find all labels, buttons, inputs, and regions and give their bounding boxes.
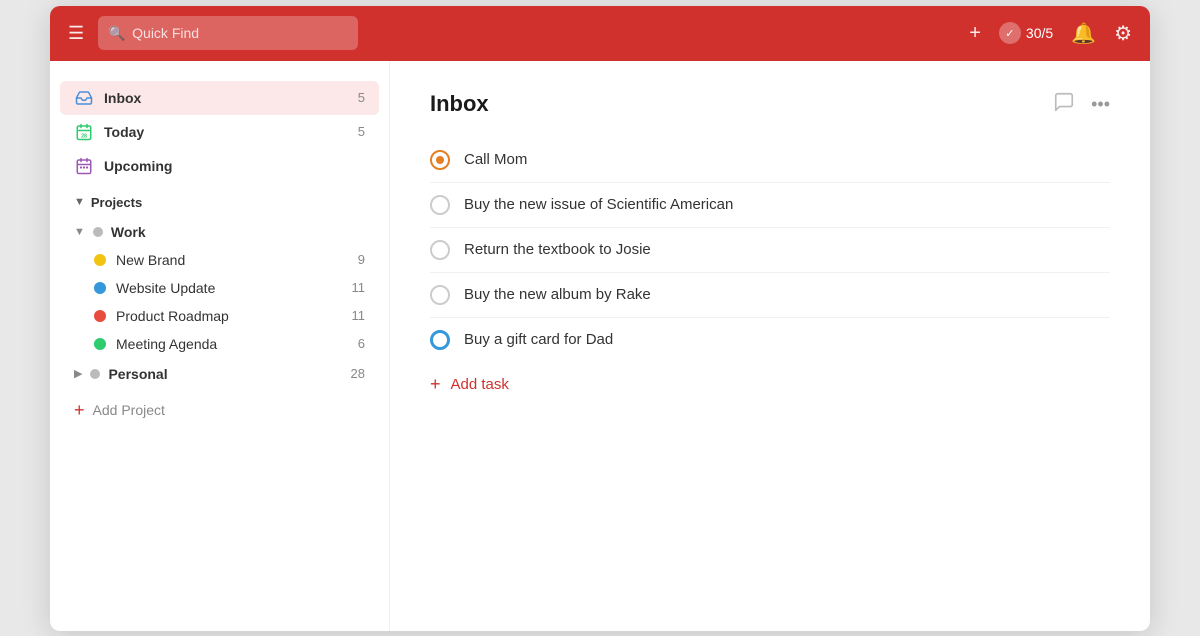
personal-chevron-icon: ▶: [74, 367, 82, 380]
sub-project-product-roadmap[interactable]: Product Roadmap 11: [80, 302, 379, 330]
task-item-call-mom[interactable]: Call Mom: [430, 138, 1110, 183]
add-task-icon: +: [430, 374, 441, 395]
sub-project-website-update[interactable]: Website Update 11: [80, 274, 379, 302]
header: ☰ 🔍 + ✓ 30/5 🔔 ⚙: [50, 6, 1150, 61]
task-item-scientific-american[interactable]: Buy the new issue of Scientific American: [430, 183, 1110, 228]
personal-project-header[interactable]: ▶ Personal 28: [60, 360, 379, 388]
task-circle-call-mom: [430, 150, 450, 170]
nav-item-upcoming[interactable]: Upcoming: [60, 149, 379, 183]
karma-badge[interactable]: ✓ 30/5: [999, 22, 1053, 44]
add-project-label: Add Project: [93, 402, 165, 418]
projects-section-header[interactable]: ▼ Projects: [60, 183, 379, 216]
new-brand-count: 9: [358, 252, 365, 267]
meeting-agenda-dot: [94, 338, 106, 350]
bell-icon[interactable]: 🔔: [1071, 21, 1096, 46]
content-header: Inbox •••: [430, 91, 1110, 118]
menu-icon[interactable]: ☰: [68, 24, 84, 42]
nav-item-today[interactable]: 28 Today 5: [60, 115, 379, 149]
task-item-gift-card[interactable]: Buy a gift card for Dad: [430, 318, 1110, 362]
task-text-gift-card: Buy a gift card for Dad: [464, 331, 1110, 348]
website-update-count: 11: [352, 280, 366, 295]
task-item-textbook[interactable]: Return the textbook to Josie: [430, 228, 1110, 273]
product-roadmap-dot: [94, 310, 106, 322]
task-circle-textbook: [430, 240, 450, 260]
app-window: ☰ 🔍 + ✓ 30/5 🔔 ⚙: [50, 6, 1150, 631]
comment-icon[interactable]: [1053, 91, 1075, 118]
new-brand-dot: [94, 254, 106, 266]
task-text-scientific-american: Buy the new issue of Scientific American: [464, 196, 1110, 213]
header-right: + ✓ 30/5 🔔 ⚙: [969, 21, 1132, 46]
personal-count: 28: [351, 366, 365, 381]
add-task-label: Add task: [451, 376, 509, 393]
content-actions: •••: [1053, 91, 1110, 118]
settings-icon[interactable]: ⚙: [1114, 21, 1132, 46]
product-roadmap-count: 11: [352, 308, 366, 323]
personal-dot: [90, 369, 100, 379]
sub-project-meeting-agenda[interactable]: Meeting Agenda 6: [80, 330, 379, 358]
work-project-group: ▼ Work New Brand 9 Website Update 11: [60, 216, 379, 360]
work-sub-projects: New Brand 9 Website Update 11 Product Ro…: [60, 246, 379, 358]
work-chevron-icon: ▼: [74, 226, 85, 238]
task-text-album-rake: Buy the new album by Rake: [464, 286, 1110, 303]
task-text-call-mom: Call Mom: [464, 151, 1110, 168]
nav-item-inbox[interactable]: Inbox 5: [60, 81, 379, 115]
sub-project-new-brand[interactable]: New Brand 9: [80, 246, 379, 274]
header-left: ☰ 🔍: [68, 16, 955, 50]
page-title: Inbox: [430, 91, 489, 117]
upcoming-label: Upcoming: [104, 158, 172, 174]
add-project-button[interactable]: + Add Project: [60, 392, 379, 429]
task-circle-scientific-american: [430, 195, 450, 215]
work-project-header[interactable]: ▼ Work: [60, 218, 379, 246]
task-circle-album-rake: [430, 285, 450, 305]
main-layout: Inbox 5 28 Today 5: [50, 61, 1150, 631]
product-roadmap-label: Product Roadmap: [116, 308, 229, 324]
inbox-icon: [74, 88, 94, 108]
meeting-agenda-label: Meeting Agenda: [116, 336, 217, 352]
karma-check-icon: ✓: [999, 22, 1021, 44]
content-area: Inbox ••• Call Mom: [390, 61, 1150, 631]
more-options-icon[interactable]: •••: [1091, 94, 1110, 115]
add-project-icon: +: [74, 400, 85, 421]
today-count: 5: [358, 124, 365, 139]
search-input[interactable]: [98, 16, 358, 50]
task-text-textbook: Return the textbook to Josie: [464, 241, 1110, 258]
task-circle-gift-card: [430, 330, 450, 350]
new-brand-label: New Brand: [116, 252, 185, 268]
svg-text:28: 28: [81, 133, 87, 139]
task-item-album-rake[interactable]: Buy the new album by Rake: [430, 273, 1110, 318]
upcoming-icon: [74, 156, 94, 176]
task-list: Call Mom Buy the new issue of Scientific…: [430, 138, 1110, 362]
projects-chevron-icon: ▼: [74, 196, 85, 208]
add-icon[interactable]: +: [969, 22, 981, 45]
sidebar: Inbox 5 28 Today 5: [50, 61, 390, 631]
website-update-dot: [94, 282, 106, 294]
inbox-count: 5: [358, 90, 365, 105]
today-icon: 28: [74, 122, 94, 142]
inbox-label: Inbox: [104, 90, 141, 106]
work-label: Work: [111, 224, 146, 240]
today-label: Today: [104, 124, 144, 140]
add-task-button[interactable]: + Add task: [430, 362, 1110, 407]
karma-score: 30/5: [1026, 25, 1053, 41]
website-update-label: Website Update: [116, 280, 215, 296]
projects-label: Projects: [91, 195, 142, 210]
meeting-agenda-count: 6: [358, 336, 365, 351]
search-wrapper: 🔍: [98, 16, 358, 50]
personal-label: Personal: [108, 366, 167, 382]
work-dot: [93, 227, 103, 237]
